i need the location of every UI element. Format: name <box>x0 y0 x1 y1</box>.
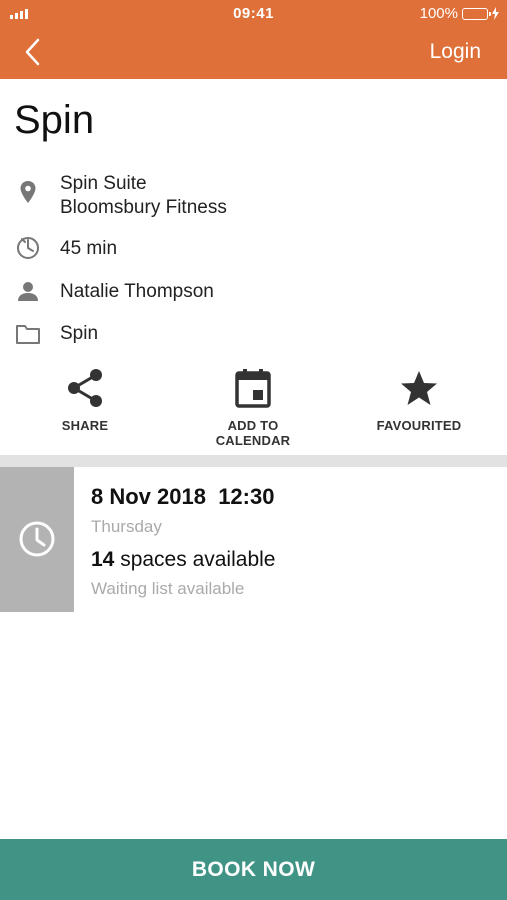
add-to-calendar-label: ADD TO CALENDAR <box>215 418 291 448</box>
person-icon <box>18 282 38 301</box>
charging-icon <box>492 7 499 20</box>
location-room: Spin Suite <box>60 173 147 194</box>
calendar-icon <box>235 369 271 408</box>
folder-icon <box>16 325 40 344</box>
session-time-badge <box>0 467 74 612</box>
share-icon <box>68 369 102 407</box>
share-button[interactable]: SHARE <box>47 368 123 433</box>
favourited-label: FAVOURITED <box>376 418 462 433</box>
class-title: Spin <box>14 98 95 142</box>
top-bar: 09:41 100% Login <box>0 0 507 79</box>
location-pin-icon <box>20 181 36 203</box>
back-button[interactable] <box>22 36 52 68</box>
battery-indicator: 100% <box>420 5 499 22</box>
category-text: Spin <box>60 323 99 344</box>
action-bar: SHARE ADD TO CALENDAR FAVOURITED <box>0 368 507 448</box>
session-card[interactable]: 8 Nov 2018 12:30 Thursday 14 spaces avai… <box>0 467 507 612</box>
battery-icon <box>462 7 491 20</box>
status-bar: 09:41 100% <box>0 0 507 28</box>
clock-icon <box>19 521 55 557</box>
spaces-count: 14 <box>91 548 115 571</box>
star-icon <box>401 371 437 405</box>
instructor-text: Natalie Thompson <box>60 281 214 302</box>
duration-text: 45 min <box>60 238 118 259</box>
location-venue: Bloomsbury Fitness <box>60 197 227 218</box>
favourite-button[interactable]: FAVOURITED <box>376 368 462 433</box>
location-text: Spin Suite Bloomsbury Fitness <box>60 172 227 220</box>
spaces-available: 14 spaces available <box>91 548 275 572</box>
battery-percent: 100% <box>419 5 458 22</box>
share-label: SHARE <box>61 418 109 433</box>
login-button[interactable]: Login <box>430 40 481 64</box>
add-to-calendar-button[interactable]: ADD TO CALENDAR <box>191 368 315 448</box>
section-divider <box>0 455 507 467</box>
back-chevron-icon <box>25 38 40 66</box>
spaces-text: spaces available <box>120 548 276 571</box>
session-day: Thursday <box>91 517 162 536</box>
waiting-list-status: Waiting list available <box>91 579 245 598</box>
session-date-time: 8 Nov 2018 12:30 <box>91 484 275 509</box>
timer-icon <box>17 237 39 259</box>
book-now-button[interactable]: BOOK NOW <box>0 839 507 900</box>
